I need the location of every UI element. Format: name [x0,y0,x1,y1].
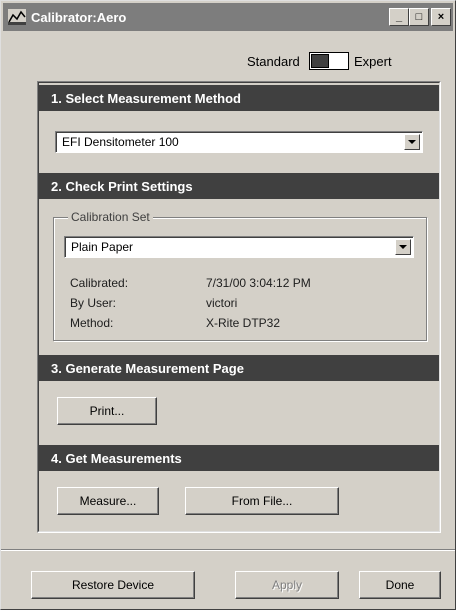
measure-button[interactable]: Measure... [57,487,159,515]
dropdown-arrow-button[interactable] [404,134,420,150]
calibrated-value: 7/31/00 3:04:12 PM [206,276,311,290]
calibration-set-group: Calibration Set Plain Paper Calibrated: … [53,210,427,341]
done-button[interactable]: Done [359,571,441,599]
minimize-icon: _ [395,10,403,23]
section-title: 1. Select Measurement Method [51,90,241,106]
close-button[interactable]: × [431,8,451,26]
calibrated-label: Calibrated: [70,276,129,290]
method-label: Method: [70,316,114,330]
mode-standard-label[interactable]: Standard [247,54,300,69]
by-user-value: victori [206,296,238,310]
calibrator-window: Calibrator:Aero _ □ × Standard Expert 1.… [0,0,456,610]
wizard-panel: 1. Select Measurement Method EFI Densito… [37,81,441,533]
done-label: Done [385,578,415,592]
measurement-method-select[interactable]: EFI Densitometer 100 [55,131,423,153]
apply-button[interactable]: Apply [235,571,339,599]
maximize-button[interactable]: □ [409,8,429,26]
dropdown-arrow-button[interactable] [395,239,411,255]
restore-device-label: Restore Device [71,578,155,592]
apply-label: Apply [271,578,303,592]
section-header-generate-page: 3. Generate Measurement Page [39,355,439,381]
mode-expert-label[interactable]: Expert [354,54,392,69]
chevron-down-icon [399,245,407,249]
from-file-button[interactable]: From File... [185,487,339,515]
mode-switch-row: Standard Expert [1,51,455,71]
from-file-button-label: From File... [231,494,293,508]
by-user-label: By User: [70,296,117,310]
selected-method-text: EFI Densitometer 100 [62,135,179,149]
footer-separator [1,549,455,551]
mode-toggle-switch[interactable] [309,52,349,70]
calibration-set-select[interactable]: Plain Paper [64,236,414,258]
section-header-select-method: 1. Select Measurement Method [39,85,439,111]
title-bar[interactable]: Calibrator:Aero _ □ × [3,3,453,31]
section-header-print-settings: 2. Check Print Settings [39,173,439,199]
close-icon: × [437,10,445,23]
toggle-knob [311,54,329,68]
section-title: 2. Check Print Settings [51,178,193,194]
chevron-down-icon [408,140,416,144]
maximize-icon: □ [415,10,423,23]
method-value: X-Rite DTP32 [206,316,281,330]
measure-button-label: Measure... [79,494,137,508]
selected-set-text: Plain Paper [71,240,134,254]
group-label: Calibration Set [68,210,153,224]
print-button-label: Print... [89,404,125,418]
minimize-button[interactable]: _ [389,8,409,26]
window-title: Calibrator:Aero [31,9,127,25]
section-title: 4. Get Measurements [51,450,182,466]
print-button[interactable]: Print... [57,397,157,425]
app-calibrator-icon [7,7,27,27]
section-title: 3. Generate Measurement Page [51,360,244,376]
restore-device-button[interactable]: Restore Device [31,571,195,599]
section-header-get-measurements: 4. Get Measurements [39,445,439,471]
